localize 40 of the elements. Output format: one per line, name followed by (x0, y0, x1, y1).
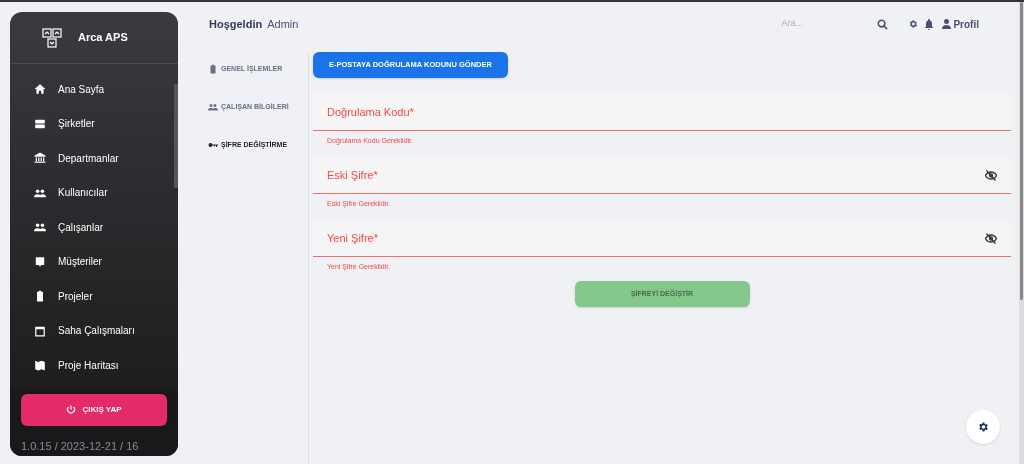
search-field[interactable]: Ara... (781, 17, 872, 31)
nav-item[interactable]: Çalışanlar (10, 210, 174, 245)
power-icon (66, 404, 77, 415)
logo-icon (42, 27, 62, 48)
nav-item[interactable]: Projeler (10, 279, 174, 314)
map-icon (34, 359, 46, 372)
people-icon (34, 186, 46, 199)
settings-button[interactable] (966, 410, 1000, 444)
nav-item[interactable]: Saha Çalışmaları (10, 313, 174, 348)
scrollbar[interactable] (1020, 2, 1023, 300)
calendar-icon (34, 324, 46, 337)
user-icon (942, 19, 952, 29)
nav-item[interactable]: Departmanlar (10, 141, 174, 176)
version-text: 1.0.15 / 2023-12-21 / 16 (20, 438, 140, 454)
key-icon (208, 140, 218, 150)
server-icon (34, 117, 46, 130)
nav-item[interactable]: Şirketler (10, 106, 174, 141)
eye-off-icon[interactable] (985, 232, 997, 244)
bell-icon[interactable] (924, 18, 935, 30)
eye-off-icon[interactable] (985, 169, 997, 181)
nav-item[interactable]: Proje Haritası (10, 348, 174, 383)
people-icon (208, 102, 218, 112)
scrollbar[interactable] (174, 84, 178, 188)
clipboard-icon (208, 64, 218, 74)
nav-item[interactable]: Ana Sayfa (10, 72, 174, 107)
settings-icon (977, 421, 989, 433)
bank-icon (34, 152, 46, 165)
nav-item[interactable]: Müşteriler (10, 244, 174, 279)
people-icon (34, 221, 46, 234)
nav-item[interactable]: Kullanıcılar (10, 175, 174, 210)
profile-link[interactable]: Profil (942, 16, 979, 32)
home-icon (34, 83, 46, 96)
brand-name: Arca APS (78, 30, 128, 46)
clipboard-icon (34, 290, 46, 303)
contact-icon (34, 255, 46, 268)
user-name: Admin (267, 16, 299, 32)
logout-button[interactable]: ÇIKIŞ YAP (21, 393, 167, 426)
settings-icon[interactable] (908, 19, 919, 29)
greeting-text: Hoşgeldin (209, 16, 263, 32)
search-icon[interactable] (877, 18, 889, 30)
